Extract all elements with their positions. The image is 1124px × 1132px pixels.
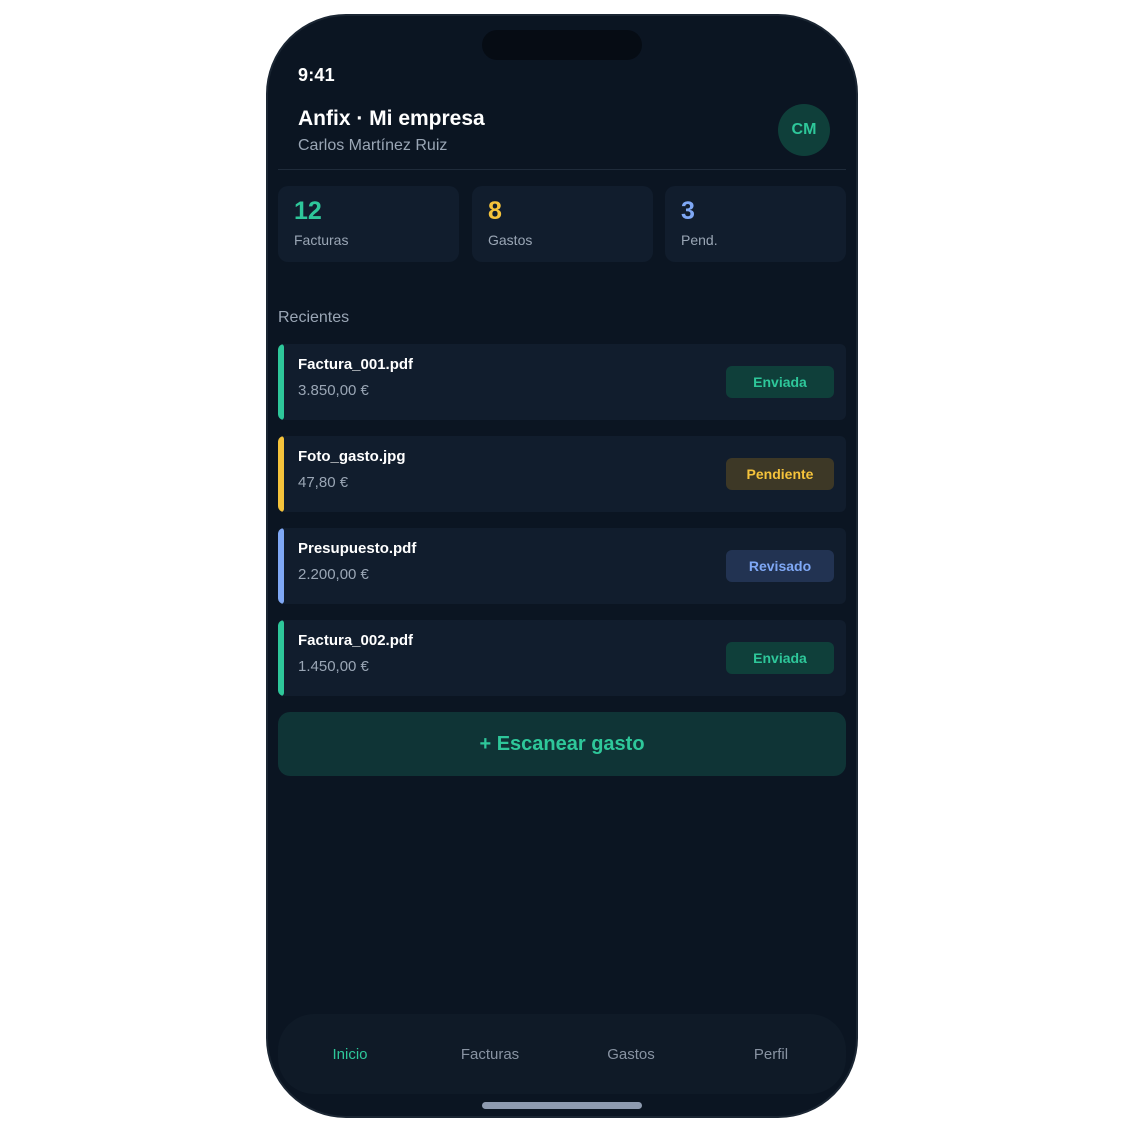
page-title: Anfix · Mi empresa: [298, 107, 485, 130]
stat-card-gastos[interactable]: 8 Gastos: [472, 186, 653, 262]
user-name: Carlos Martínez Ruiz: [298, 137, 448, 154]
status-badge: Enviada: [726, 366, 834, 398]
status-time: 9:41: [298, 65, 335, 85]
stat-label: Facturas: [294, 232, 349, 248]
scan-expense-button[interactable]: + Escanear gasto: [278, 712, 846, 776]
home-indicator[interactable]: [482, 1102, 642, 1109]
status-badge: Revisado: [726, 550, 834, 582]
status-accent-bar: [278, 344, 284, 420]
stat-label: Pend.: [681, 232, 718, 248]
stat-card-pendientes[interactable]: 3 Pend.: [665, 186, 846, 262]
stat-label: Gastos: [488, 232, 533, 248]
status-badge: Pendiente: [726, 458, 834, 490]
status-accent-bar: [278, 528, 284, 604]
dynamic-island: [482, 30, 642, 60]
tab-inicio[interactable]: Inicio: [280, 1014, 420, 1094]
document-amount: 47,80 €: [298, 474, 349, 491]
tab-perfil[interactable]: Perfil: [701, 1014, 841, 1094]
document-name: Foto_gasto.jpg: [298, 448, 406, 465]
list-item[interactable]: Presupuesto.pdf 2.200,00 € Revisado: [278, 528, 846, 604]
bottom-tab-bar: Inicio Facturas Gastos Perfil: [278, 1014, 846, 1094]
list-item[interactable]: Foto_gasto.jpg 47,80 € Pendiente: [278, 436, 846, 512]
document-amount: 1.450,00 €: [298, 658, 369, 675]
document-amount: 2.200,00 €: [298, 566, 369, 583]
stat-value: 8: [488, 197, 502, 225]
status-accent-bar: [278, 620, 284, 696]
avatar[interactable]: CM: [778, 104, 830, 156]
tab-gastos[interactable]: Gastos: [561, 1014, 701, 1094]
stat-card-facturas[interactable]: 12 Facturas: [278, 186, 459, 262]
document-amount: 3.850,00 €: [298, 382, 369, 399]
stat-value: 12: [294, 197, 322, 225]
document-name: Factura_002.pdf: [298, 632, 414, 649]
stat-value: 3: [681, 197, 695, 225]
status-badge: Enviada: [726, 642, 834, 674]
phone-frame: 9:41 Anfix · Mi empresa Carlos Martínez …: [266, 14, 858, 1118]
section-title-recientes: Recientes: [278, 309, 350, 326]
header-divider: [278, 169, 846, 170]
list-item[interactable]: Factura_001.pdf 3.850,00 € Enviada: [278, 344, 846, 420]
status-accent-bar: [278, 436, 284, 512]
tab-facturas[interactable]: Facturas: [420, 1014, 560, 1094]
list-item[interactable]: Factura_002.pdf 1.450,00 € Enviada: [278, 620, 846, 696]
document-name: Presupuesto.pdf: [298, 540, 417, 557]
document-name: Factura_001.pdf: [298, 356, 414, 373]
